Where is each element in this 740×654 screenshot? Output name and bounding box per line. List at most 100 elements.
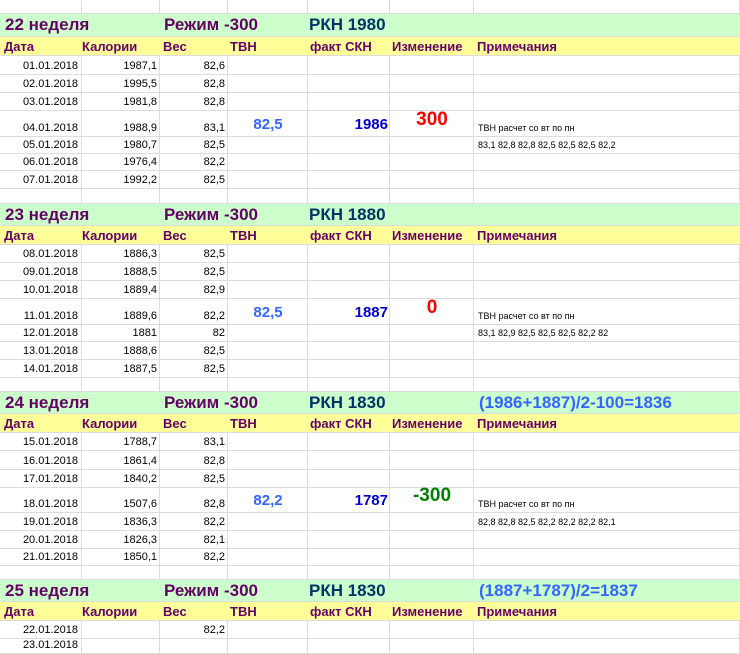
cell[interactable]	[160, 189, 228, 203]
cell[interactable]	[390, 451, 474, 469]
cell[interactable]	[228, 56, 308, 74]
cell[interactable]	[308, 451, 390, 469]
cell[interactable]	[390, 204, 474, 225]
cell[interactable]	[228, 360, 308, 377]
cell[interactable]	[228, 263, 308, 280]
cell[interactable]	[82, 378, 160, 391]
cell[interactable]	[82, 621, 160, 638]
cell[interactable]	[82, 204, 160, 225]
cell[interactable]	[228, 75, 308, 92]
cell[interactable]	[390, 75, 474, 92]
cell[interactable]	[474, 0, 740, 13]
cell[interactable]	[82, 392, 160, 413]
cell[interactable]	[390, 137, 474, 153]
cell[interactable]	[474, 154, 740, 170]
cell[interactable]	[390, 580, 474, 601]
cell[interactable]	[308, 245, 390, 262]
cell[interactable]	[308, 0, 390, 13]
cell[interactable]	[474, 56, 740, 74]
cell[interactable]	[308, 621, 390, 638]
cell[interactable]	[390, 513, 474, 530]
cell[interactable]	[160, 378, 228, 391]
cell[interactable]	[390, 342, 474, 359]
cell[interactable]	[82, 566, 160, 579]
cell[interactable]	[474, 75, 740, 92]
cell[interactable]	[82, 639, 160, 653]
cell[interactable]	[308, 433, 390, 450]
cell[interactable]	[308, 513, 390, 530]
cell[interactable]	[474, 621, 740, 638]
cell[interactable]	[308, 566, 390, 579]
cell[interactable]	[390, 360, 474, 377]
cell[interactable]	[474, 93, 740, 110]
cell[interactable]	[390, 566, 474, 579]
cell[interactable]	[228, 470, 308, 487]
cell[interactable]	[390, 56, 474, 74]
cell[interactable]	[474, 639, 740, 653]
cell[interactable]	[474, 14, 740, 36]
cell[interactable]	[390, 531, 474, 548]
cell[interactable]	[390, 549, 474, 565]
cell[interactable]	[474, 470, 740, 487]
cell[interactable]	[308, 189, 390, 203]
cell[interactable]	[390, 639, 474, 653]
cell[interactable]	[308, 281, 390, 298]
cell[interactable]	[308, 263, 390, 280]
cell[interactable]	[308, 378, 390, 391]
cell[interactable]	[308, 93, 390, 110]
cell[interactable]	[474, 204, 740, 225]
cell[interactable]	[308, 470, 390, 487]
cell[interactable]	[228, 639, 308, 653]
cell[interactable]	[308, 56, 390, 74]
cell[interactable]	[228, 433, 308, 450]
cell[interactable]	[474, 342, 740, 359]
cell[interactable]	[390, 154, 474, 170]
cell[interactable]	[228, 0, 308, 13]
cell[interactable]	[0, 378, 82, 391]
cell[interactable]	[390, 245, 474, 262]
cell[interactable]	[228, 137, 308, 153]
cell[interactable]	[228, 93, 308, 110]
cell[interactable]	[474, 263, 740, 280]
cell[interactable]	[390, 621, 474, 638]
cell[interactable]	[390, 433, 474, 450]
cell[interactable]	[228, 342, 308, 359]
cell[interactable]	[390, 0, 474, 13]
cell[interactable]	[390, 263, 474, 280]
cell[interactable]	[390, 325, 474, 341]
cell[interactable]	[228, 171, 308, 188]
cell[interactable]	[308, 75, 390, 92]
cell[interactable]	[160, 566, 228, 579]
cell[interactable]	[308, 531, 390, 548]
cell[interactable]	[160, 639, 228, 653]
cell[interactable]	[390, 281, 474, 298]
cell[interactable]	[0, 566, 82, 579]
cell[interactable]	[0, 189, 82, 203]
cell[interactable]	[308, 154, 390, 170]
cell[interactable]	[228, 451, 308, 469]
cell[interactable]	[474, 281, 740, 298]
cell[interactable]	[390, 171, 474, 188]
cell[interactable]	[474, 531, 740, 548]
cell[interactable]	[228, 245, 308, 262]
cell[interactable]	[308, 171, 390, 188]
cell[interactable]	[160, 0, 228, 13]
cell[interactable]	[308, 639, 390, 653]
cell[interactable]	[228, 154, 308, 170]
cell[interactable]	[474, 451, 740, 469]
cell[interactable]	[228, 549, 308, 565]
cell[interactable]	[308, 360, 390, 377]
cell[interactable]	[228, 281, 308, 298]
cell[interactable]	[308, 342, 390, 359]
cell[interactable]	[228, 513, 308, 530]
cell[interactable]	[390, 189, 474, 203]
cell[interactable]	[474, 549, 740, 565]
cell[interactable]	[474, 171, 740, 188]
cell[interactable]	[228, 189, 308, 203]
cell[interactable]	[228, 621, 308, 638]
cell[interactable]	[82, 580, 160, 601]
cell[interactable]	[228, 566, 308, 579]
cell[interactable]	[0, 0, 82, 13]
cell[interactable]	[390, 392, 474, 413]
cell[interactable]	[474, 566, 740, 579]
